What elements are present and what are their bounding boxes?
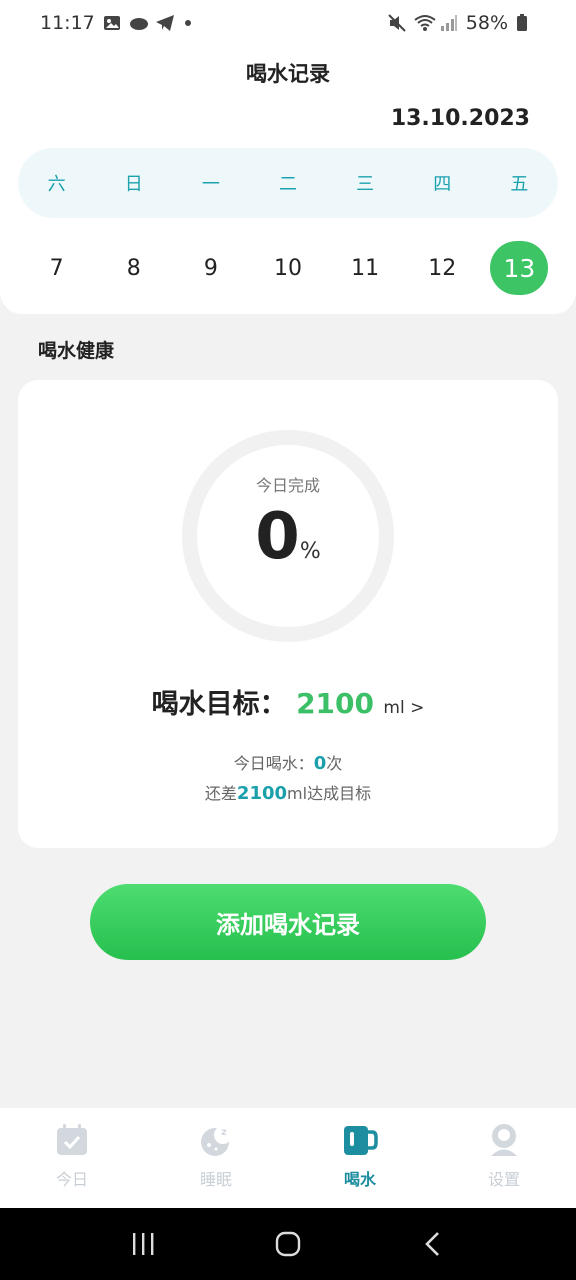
svg-text:z: z	[221, 1127, 227, 1138]
gallery-icon	[103, 14, 121, 32]
calendar-day[interactable]: 9	[172, 241, 249, 295]
nav-label: 喝水	[343, 1170, 376, 1189]
bottom-nav: 今日 z 睡眠 喝水 设置	[0, 1108, 576, 1208]
weekday-label: 日	[124, 174, 143, 195]
remaining-prefix: 还差	[204, 784, 237, 803]
cup-icon	[342, 1122, 378, 1158]
goal-unit: ml >	[383, 698, 425, 718]
remaining-line: 还差2100ml达成目标	[18, 780, 558, 804]
status-right: 58%	[388, 12, 534, 34]
cloud-icon	[129, 14, 148, 32]
weekday-label: 三	[356, 174, 375, 195]
nav-label: 设置	[487, 1170, 520, 1189]
nav-label: 今日	[55, 1170, 88, 1189]
recent-apps-icon[interactable]	[123, 1224, 163, 1264]
goal-label: 喝水目标：	[151, 689, 287, 720]
add-water-record-button[interactable]: 添加喝水记录	[90, 884, 486, 960]
section-title: 喝水健康	[38, 340, 115, 362]
day-row: 7 8 9 10 11 12 13	[18, 240, 558, 296]
nav-item-today[interactable]: 今日	[0, 1108, 144, 1208]
progress-unit: %	[299, 539, 321, 564]
battery-percent: 58%	[465, 12, 508, 34]
calendar-day[interactable]: 7	[18, 241, 95, 295]
progress-number: 0	[255, 500, 300, 574]
page-title: 喝水记录	[246, 62, 330, 86]
calendar-day[interactable]: 11	[327, 241, 404, 295]
progress-card: 今日完成 0% 喝水目标： 2100 ml > 今日喝水：0次 还差2100ml…	[18, 380, 558, 848]
home-icon[interactable]	[268, 1224, 308, 1264]
current-date[interactable]: 13.10.2023	[391, 106, 530, 131]
mute-icon	[388, 14, 406, 32]
today-prefix: 今日喝水：	[233, 754, 314, 773]
system-nav-bar	[0, 1208, 576, 1280]
today-suffix: 次	[326, 754, 343, 773]
signal-icon	[440, 14, 458, 32]
nav-item-water[interactable]: 喝水	[288, 1108, 432, 1208]
calendar-day[interactable]: 8	[95, 241, 172, 295]
weekday-label: 五	[510, 174, 529, 195]
status-left: 11:17	[40, 12, 191, 34]
goal-value: 2100	[296, 687, 374, 720]
goal-line[interactable]: 喝水目标： 2100 ml >	[18, 682, 558, 721]
weekday-label: 一	[201, 174, 220, 195]
wifi-icon	[414, 14, 436, 32]
nav-label: 睡眠	[199, 1170, 232, 1189]
user-icon	[486, 1122, 522, 1158]
progress-label: 今日完成	[255, 476, 320, 495]
weekday-row: 六 日 一 二 三 四 五	[18, 148, 558, 218]
progress-value: 0%	[18, 500, 558, 574]
status-bar: 11:17 58%	[0, 0, 576, 46]
weekday-label: 二	[278, 174, 297, 195]
nav-item-settings[interactable]: 设置	[432, 1108, 576, 1208]
telegram-icon	[155, 14, 174, 32]
remaining-amount: 2100	[236, 783, 288, 804]
today-count: 0	[313, 753, 327, 774]
weekday-label: 四	[433, 174, 452, 195]
calendar-day[interactable]: 12	[404, 241, 481, 295]
calendar-card: 喝水记录 13.10.2023 六 日 一 二 三 四 五 7 8 9 10 1…	[0, 46, 576, 314]
back-icon[interactable]	[413, 1224, 453, 1264]
weekday-label: 六	[47, 174, 66, 195]
status-time: 11:17	[40, 12, 95, 34]
calendar-check-icon	[54, 1122, 90, 1158]
remaining-suffix: ml达成目标	[287, 784, 372, 803]
nav-item-sleep[interactable]: z 睡眠	[144, 1108, 288, 1208]
notification-dot-icon	[184, 20, 191, 26]
calendar-day[interactable]: 10	[249, 241, 326, 295]
calendar-day-selected[interactable]: 13	[481, 241, 558, 295]
today-count-line: 今日喝水：0次	[18, 750, 558, 774]
battery-icon	[516, 14, 534, 32]
moon-sleep-icon: z	[198, 1122, 234, 1158]
